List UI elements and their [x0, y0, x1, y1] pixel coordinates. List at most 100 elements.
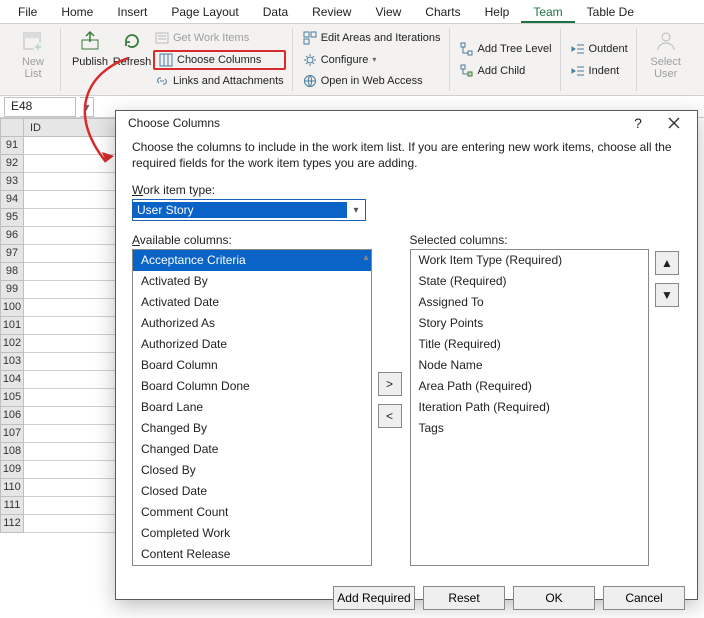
ribbon-tab[interactable]: Insert: [105, 1, 159, 23]
row-header[interactable]: 98: [0, 263, 24, 281]
dialog-buttons: Add Required Reset OK Cancel: [116, 578, 697, 618]
list-item[interactable]: Authorized Date: [133, 334, 371, 355]
choose-columns-label: Choose Columns: [177, 54, 261, 66]
list-item[interactable]: Changed By: [133, 418, 371, 439]
name-box-dropdown[interactable]: ▾: [80, 97, 94, 117]
row-header[interactable]: 95: [0, 209, 24, 227]
select-user-button[interactable]: Select User: [645, 28, 687, 90]
ribbon-tab[interactable]: Home: [49, 1, 105, 23]
ribbon-tab[interactable]: Team: [521, 1, 574, 23]
ribbon-tab[interactable]: Data: [251, 1, 300, 23]
row-header[interactable]: 105: [0, 389, 24, 407]
list-item[interactable]: Changed Date: [133, 439, 371, 460]
ok-button[interactable]: OK: [513, 586, 595, 610]
row-header[interactable]: 102: [0, 335, 24, 353]
ribbon-tab[interactable]: Table De: [575, 1, 646, 23]
list-item[interactable]: Completed Work: [133, 523, 371, 544]
row-header[interactable]: 97: [0, 245, 24, 263]
add-child-button[interactable]: Add Child: [458, 61, 554, 81]
list-item[interactable]: Closed Date: [133, 481, 371, 502]
row-header[interactable]: 103: [0, 353, 24, 371]
move-up-button[interactable]: ▲: [655, 251, 679, 275]
list-item[interactable]: Activated Date: [133, 292, 371, 313]
list-item[interactable]: Closed By: [133, 460, 371, 481]
choose-columns-button[interactable]: Choose Columns: [153, 50, 286, 70]
edit-areas-button[interactable]: Edit Areas and Iterations: [301, 28, 443, 48]
list-item[interactable]: Activated By: [133, 271, 371, 292]
list-item[interactable]: Story Points: [411, 313, 649, 334]
outdent-button[interactable]: Outdent: [569, 39, 630, 59]
row-header[interactable]: 91: [0, 137, 24, 155]
help-button[interactable]: ?: [623, 111, 653, 135]
row-header[interactable]: 104: [0, 371, 24, 389]
chevron-down-icon: ▾: [372, 55, 376, 64]
ribbon-tab[interactable]: File: [6, 1, 49, 23]
outdent-icon: [571, 42, 585, 56]
row-header[interactable]: 99: [0, 281, 24, 299]
row-header[interactable]: 106: [0, 407, 24, 425]
row-header[interactable]: 112: [0, 515, 24, 533]
grid-select-all[interactable]: [0, 118, 24, 137]
links-label: Links and Attachments: [173, 75, 284, 87]
list-item[interactable]: Authorized As: [133, 313, 371, 334]
add-tree-level-button[interactable]: Add Tree Level: [458, 39, 554, 59]
list-item[interactable]: Node Name: [411, 355, 649, 376]
ribbon-tab[interactable]: Review: [300, 1, 363, 23]
move-left-button[interactable]: <: [378, 404, 402, 428]
indent-icon: [571, 64, 585, 78]
row-header[interactable]: 109: [0, 461, 24, 479]
row-header[interactable]: 108: [0, 443, 24, 461]
add-required-button[interactable]: Add Required: [333, 586, 415, 610]
ribbon-tab[interactable]: Page Layout: [159, 1, 250, 23]
publish-button[interactable]: Publish: [69, 28, 111, 90]
work-item-type-combo[interactable]: User Story ▾: [132, 199, 366, 221]
list-item[interactable]: Tags: [411, 418, 649, 439]
cancel-button[interactable]: Cancel: [603, 586, 685, 610]
list-item[interactable]: Board Lane: [133, 397, 371, 418]
row-header[interactable]: 110: [0, 479, 24, 497]
configure-button[interactable]: Configure ▾: [301, 50, 443, 70]
list-item[interactable]: Area Path (Required): [411, 376, 649, 397]
row-header[interactable]: 96: [0, 227, 24, 245]
list-item[interactable]: Assigned To: [411, 292, 649, 313]
close-button[interactable]: [659, 111, 689, 135]
selected-columns-list[interactable]: Work Item Type (Required)State (Required…: [410, 249, 650, 566]
row-header[interactable]: 100: [0, 299, 24, 317]
row-header[interactable]: 101: [0, 317, 24, 335]
row-header[interactable]: 94: [0, 191, 24, 209]
work-item-type-label: Work item type:: [132, 183, 681, 197]
ribbon-tab[interactable]: Charts: [413, 1, 472, 23]
available-columns-label: Available columns:: [132, 233, 372, 247]
available-columns-list[interactable]: ▴ Acceptance CriteriaActivated ByActivat…: [132, 249, 372, 566]
list-item[interactable]: Comment Count: [133, 502, 371, 523]
list-item[interactable]: Board Column: [133, 355, 371, 376]
indent-button[interactable]: Indent: [569, 61, 630, 81]
ribbon-tab[interactable]: Help: [473, 1, 522, 23]
list-item[interactable]: Content Release: [133, 544, 371, 565]
list-item[interactable]: Acceptance Criteria: [133, 250, 371, 271]
row-header[interactable]: 93: [0, 173, 24, 191]
row-header[interactable]: 111: [0, 497, 24, 515]
move-right-button[interactable]: >: [378, 372, 402, 396]
list-item[interactable]: Title (Required): [411, 334, 649, 355]
list-item[interactable]: Work Item Type (Required): [411, 250, 649, 271]
move-down-button[interactable]: ▼: [655, 283, 679, 307]
ribbon-tab[interactable]: View: [363, 1, 413, 23]
new-list-button[interactable]: New List: [12, 28, 54, 90]
select-user-label: Select User: [645, 56, 687, 80]
row-header[interactable]: 92: [0, 155, 24, 173]
list-item[interactable]: State (Required): [411, 271, 649, 292]
open-web-button[interactable]: Open in Web Access: [301, 71, 443, 91]
configure-label: Configure: [321, 54, 369, 66]
links-attachments-button[interactable]: Links and Attachments: [153, 72, 286, 92]
indent-label: Indent: [589, 65, 620, 77]
list-item[interactable]: Board Column Done: [133, 376, 371, 397]
selected-columns-label: Selected columns:: [410, 233, 650, 247]
reset-button[interactable]: Reset: [423, 586, 505, 610]
name-box[interactable]: E48: [4, 97, 76, 117]
list-item[interactable]: Iteration Path (Required): [411, 397, 649, 418]
row-header[interactable]: 107: [0, 425, 24, 443]
get-work-items-button[interactable]: Get Work Items: [153, 28, 286, 48]
user-icon: [653, 28, 679, 54]
refresh-button[interactable]: Refresh: [111, 28, 153, 90]
